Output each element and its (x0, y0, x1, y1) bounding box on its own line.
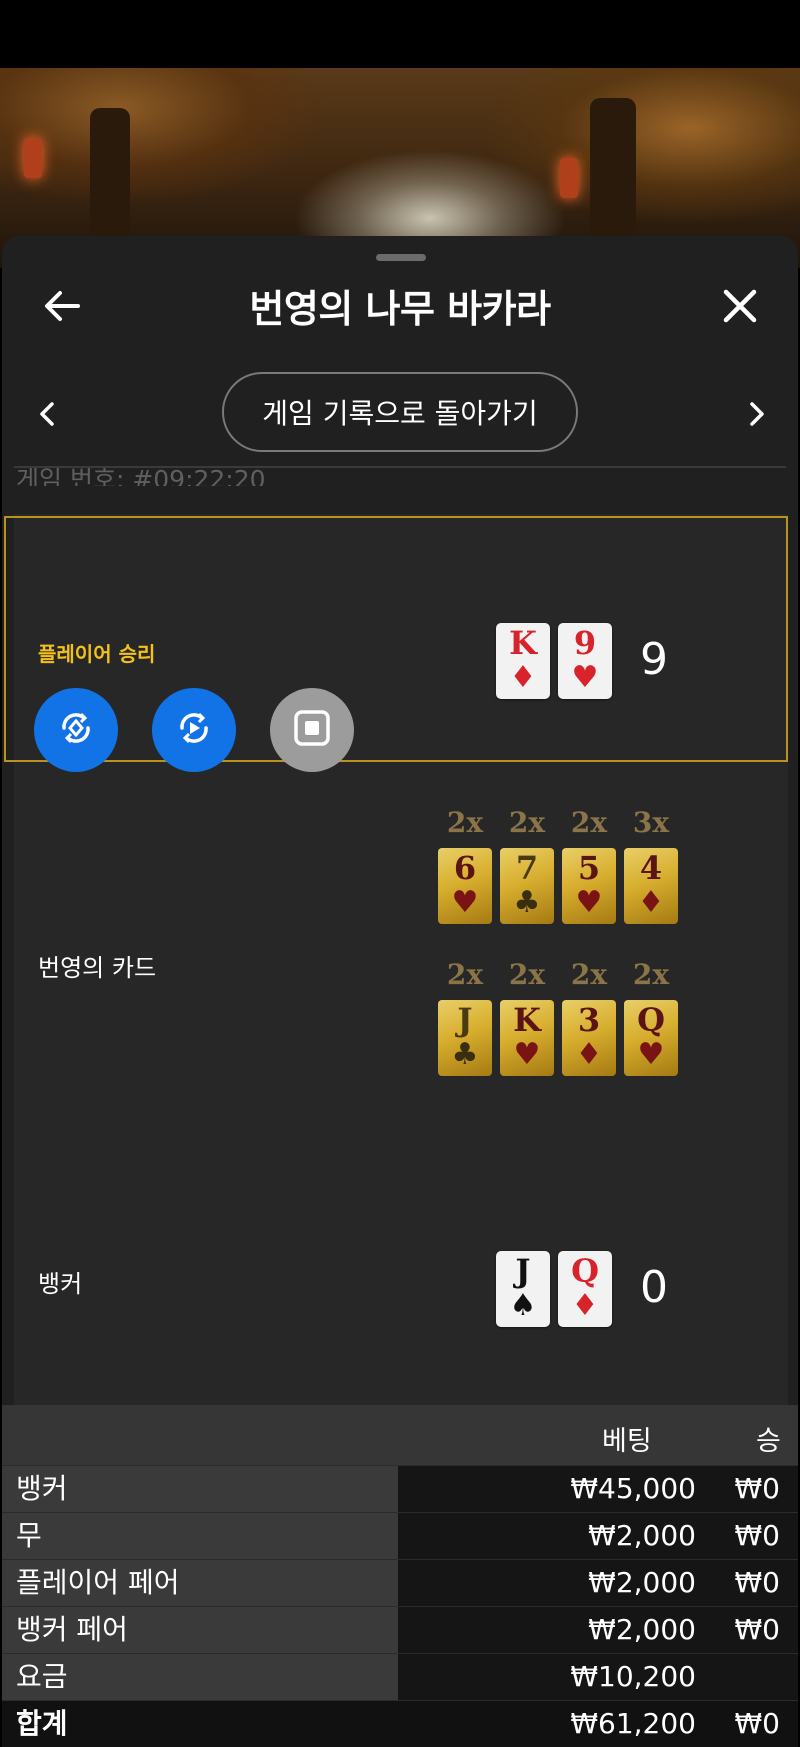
multiplier-label: 2x (508, 958, 546, 991)
result-label: 플레이어 승리 (38, 642, 156, 666)
multiplier-label: 2x (570, 958, 608, 991)
chevron-right-icon[interactable] (738, 396, 774, 432)
replay-play-icon (172, 706, 216, 754)
total-win: ₩0 (696, 1701, 798, 1747)
table-row: 뱅커 ₩45,000 ₩0 (2, 1465, 798, 1512)
prosperity-cards-label: 번영의 카드 (38, 954, 157, 982)
total-row: 합계 ₩61,200 ₩0 (2, 1700, 798, 1747)
multiplier-label: 2x (508, 806, 546, 839)
prosperity-card: Q ♥ (624, 1000, 678, 1076)
bet-amount: ₩2,000 (398, 1513, 696, 1559)
win-amount: ₩0 (696, 1466, 798, 1512)
back-to-history-button[interactable]: 게임 기록으로 돌아가기 (222, 372, 578, 452)
prosperity-card: J ♣ (438, 1000, 492, 1076)
bet-name: 뱅커 페어 (2, 1607, 398, 1653)
prosperity-card: 7 ♣ (500, 848, 554, 924)
win-amount: ₩0 (696, 1560, 798, 1606)
prosperity-card: 5 ♥ (562, 848, 616, 924)
table-header: 베팅 승 (2, 1405, 798, 1465)
prosperity-card: 4 ♦ (624, 848, 678, 924)
bet-amount: ₩45,000 (398, 1466, 696, 1512)
drag-handle[interactable] (376, 254, 426, 261)
multiplier-label: 3x (632, 806, 670, 839)
page-title: 번영의 나무 바카라 (249, 287, 551, 331)
divider (14, 466, 786, 468)
status-bar (0, 0, 800, 68)
banker-score: 0 (640, 1262, 668, 1313)
table-row: 요금 ₩10,200 (2, 1653, 798, 1700)
prosperity-card: K ♥ (500, 1000, 554, 1076)
prosperity-card: 3 ♦ (562, 1000, 616, 1076)
replay-rewind-icon (54, 706, 98, 754)
replay-play-button[interactable] (152, 688, 236, 772)
win-amount (696, 1654, 798, 1700)
total-label: 합계 (2, 1701, 398, 1747)
bet-name: 플레이어 페어 (2, 1560, 398, 1606)
table-row: 플레이어 페어 ₩2,000 ₩0 (2, 1559, 798, 1606)
bet-name: 뱅커 (2, 1466, 398, 1512)
bet-name: 요금 (2, 1654, 398, 1700)
banker-card-2: Q ♦ (558, 1251, 612, 1327)
bet-amount: ₩2,000 (398, 1607, 696, 1653)
banker-card-1: J ♠ (496, 1251, 550, 1327)
bet-amount: ₩10,200 (398, 1654, 696, 1700)
win-amount: ₩0 (696, 1607, 798, 1653)
banker-label: 뱅커 (38, 1270, 83, 1298)
multiplier-label: 2x (446, 806, 484, 839)
table-row: 뱅커 페어 ₩2,000 ₩0 (2, 1606, 798, 1653)
close-icon[interactable] (716, 282, 764, 330)
multiplier-label: 2x (446, 958, 484, 991)
chevron-left-icon[interactable] (30, 396, 66, 432)
multiplier-label: 2x (632, 958, 670, 991)
replay-rewind-button[interactable] (34, 688, 118, 772)
player-score: 9 (640, 634, 668, 685)
column-header-bet: 베팅 (602, 1426, 652, 1457)
player-card-2: 9 ♥ (558, 623, 612, 699)
multiplier-label: 2x (570, 806, 608, 839)
stop-icon (292, 708, 332, 752)
total-bet: ₩61,200 (398, 1701, 696, 1747)
bets-table: 베팅 승 뱅커 ₩45,000 ₩0 무 ₩2,000 ₩0 플레이어 페어 ₩… (2, 1405, 798, 1747)
column-header-win: 승 (756, 1426, 781, 1457)
player-card-1: K ♦ (496, 623, 550, 699)
bet-amount: ₩2,000 (398, 1560, 696, 1606)
prosperity-card: 6 ♥ (438, 848, 492, 924)
table-row: 무 ₩2,000 ₩0 (2, 1512, 798, 1559)
bet-name: 무 (2, 1513, 398, 1559)
win-amount: ₩0 (696, 1513, 798, 1559)
stop-button[interactable] (270, 688, 354, 772)
